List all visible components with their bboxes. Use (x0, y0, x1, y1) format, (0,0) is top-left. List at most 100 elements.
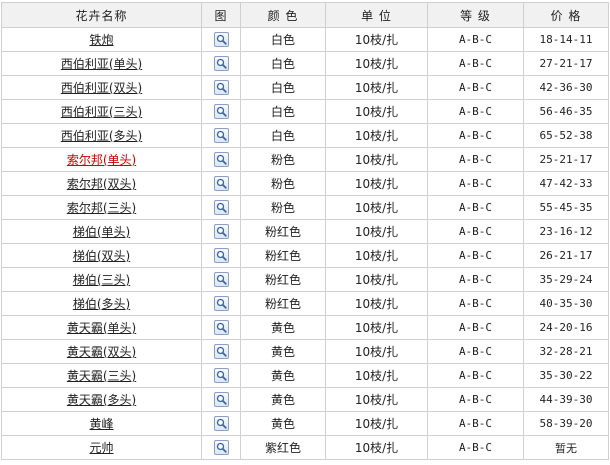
table-row: 索尔邦(单头) 粉色 10枝/扎 A-B-C 25-21-17 (1, 147, 609, 172)
name-cell: 黄天霸(单头) (1, 315, 202, 340)
magnifier-icon[interactable] (213, 152, 229, 167)
price-cell: 47-42-33 (523, 171, 609, 196)
price-cell: 35-29-24 (523, 267, 609, 292)
grade-cell: A-B-C (427, 339, 524, 364)
flower-name-link[interactable]: 梯伯(单头) (73, 225, 130, 239)
unit-cell: 10枝/扎 (325, 195, 428, 220)
price-cell: 42-36-30 (523, 75, 609, 100)
magnifier-icon[interactable] (213, 320, 229, 335)
magnifier-icon[interactable] (213, 344, 229, 359)
table-row: 梯伯(双头) 粉红色 10枝/扎 A-B-C 26-21-17 (1, 243, 609, 268)
color-cell: 黄色 (240, 411, 326, 436)
flower-name-link[interactable]: 索尔邦(双头) (67, 177, 136, 191)
color-cell: 粉红色 (240, 267, 326, 292)
color-cell: 白色 (240, 75, 326, 100)
image-cell (201, 315, 241, 340)
flower-name-link[interactable]: 元帅 (89, 441, 113, 455)
grade-cell: A-B-C (427, 171, 524, 196)
flower-name-link[interactable]: 黄峰 (89, 417, 113, 431)
name-cell: 西伯利亚(双头) (1, 75, 202, 100)
name-cell: 铁炮 (1, 27, 202, 52)
unit-cell: 10枝/扎 (325, 363, 428, 388)
image-cell (201, 123, 241, 148)
flower-name-link[interactable]: 黄天霸(多头) (67, 393, 136, 407)
grade-cell: A-B-C (427, 219, 524, 244)
image-cell (201, 363, 241, 388)
magnifier-icon[interactable] (213, 392, 229, 407)
flower-name-link[interactable]: 索尔邦(三头) (67, 201, 136, 215)
flower-name-link[interactable]: 梯伯(三头) (73, 273, 130, 287)
table-row: 黄天霸(三头) 黄色 10枝/扎 A-B-C 35-30-22 (1, 363, 609, 388)
color-cell: 白色 (240, 99, 326, 124)
name-cell: 梯伯(单头) (1, 219, 202, 244)
unit-cell: 10枝/扎 (325, 123, 428, 148)
color-cell: 白色 (240, 51, 326, 76)
image-cell (201, 387, 241, 412)
magnifier-icon[interactable] (213, 56, 229, 71)
flower-name-link[interactable]: 铁炮 (89, 33, 113, 47)
grade-cell: A-B-C (427, 27, 524, 52)
magnifier-icon[interactable] (213, 224, 229, 239)
image-cell (201, 291, 241, 316)
name-cell: 梯伯(三头) (1, 267, 202, 292)
magnifier-icon[interactable] (213, 200, 229, 215)
price-cell: 24-20-16 (523, 315, 609, 340)
price-table: 花卉名称 图 颜 色 单 位 等 级 价 格 铁炮 白色 10枝/扎 A-B-C 18-… (1, 2, 609, 460)
price-cell: 27-21-17 (523, 51, 609, 76)
unit-cell: 10枝/扎 (325, 387, 428, 412)
price-cell: 35-30-22 (523, 363, 609, 388)
magnifier-icon[interactable] (213, 80, 229, 95)
flower-name-link[interactable]: 西伯利亚(单头) (61, 57, 142, 71)
name-cell: 西伯利亚(单头) (1, 51, 202, 76)
name-cell: 黄天霸(三头) (1, 363, 202, 388)
unit-cell: 10枝/扎 (325, 27, 428, 52)
flower-name-link[interactable]: 西伯利亚(三头) (61, 105, 142, 119)
unit-cell: 10枝/扎 (325, 315, 428, 340)
image-cell (201, 99, 241, 124)
flower-name-link[interactable]: 西伯利亚(双头) (61, 81, 142, 95)
header-price: 价 格 (523, 2, 609, 28)
magnifier-icon[interactable] (213, 248, 229, 263)
image-cell (201, 411, 241, 436)
flower-name-link[interactable]: 西伯利亚(多头) (61, 129, 142, 143)
image-cell (201, 27, 241, 52)
price-cell: 58-39-20 (523, 411, 609, 436)
flower-name-link[interactable]: 梯伯(多头) (73, 297, 130, 311)
flower-name-link[interactable]: 梯伯(双头) (73, 249, 130, 263)
magnifier-icon[interactable] (213, 272, 229, 287)
magnifier-icon[interactable] (213, 440, 229, 455)
magnifier-icon[interactable] (213, 296, 229, 311)
magnifier-icon[interactable] (213, 416, 229, 431)
price-cell: 26-21-17 (523, 243, 609, 268)
name-cell: 黄天霸(多头) (1, 387, 202, 412)
color-cell: 黄色 (240, 363, 326, 388)
magnifier-icon[interactable] (213, 176, 229, 191)
name-cell: 黄天霸(双头) (1, 339, 202, 364)
flower-name-link[interactable]: 黄天霸(双头) (67, 345, 136, 359)
grade-cell: A-B-C (427, 435, 524, 460)
unit-cell: 10枝/扎 (325, 75, 428, 100)
color-cell: 黄色 (240, 315, 326, 340)
table-row: 西伯利亚(单头) 白色 10枝/扎 A-B-C 27-21-17 (1, 51, 609, 76)
magnifier-icon[interactable] (213, 128, 229, 143)
unit-cell: 10枝/扎 (325, 291, 428, 316)
grade-cell: A-B-C (427, 363, 524, 388)
price-cell: 44-39-30 (523, 387, 609, 412)
unit-cell: 10枝/扎 (325, 171, 428, 196)
flower-name-link[interactable]: 索尔邦(单头) (67, 153, 136, 167)
unit-cell: 10枝/扎 (325, 339, 428, 364)
image-cell (201, 435, 241, 460)
magnifier-icon[interactable] (213, 368, 229, 383)
color-cell: 黄色 (240, 387, 326, 412)
table-row: 梯伯(三头) 粉红色 10枝/扎 A-B-C 35-29-24 (1, 267, 609, 292)
name-cell: 元帅 (1, 435, 202, 460)
magnifier-icon[interactable] (213, 104, 229, 119)
flower-name-link[interactable]: 黄天霸(三头) (67, 369, 136, 383)
magnifier-icon[interactable] (213, 32, 229, 47)
table-row: 黄峰 黄色 10枝/扎 A-B-C 58-39-20 (1, 411, 609, 436)
grade-cell: A-B-C (427, 75, 524, 100)
image-cell (201, 267, 241, 292)
price-cell: 65-52-38 (523, 123, 609, 148)
flower-name-link[interactable]: 黄天霸(单头) (67, 321, 136, 335)
price-cell: 56-46-35 (523, 99, 609, 124)
